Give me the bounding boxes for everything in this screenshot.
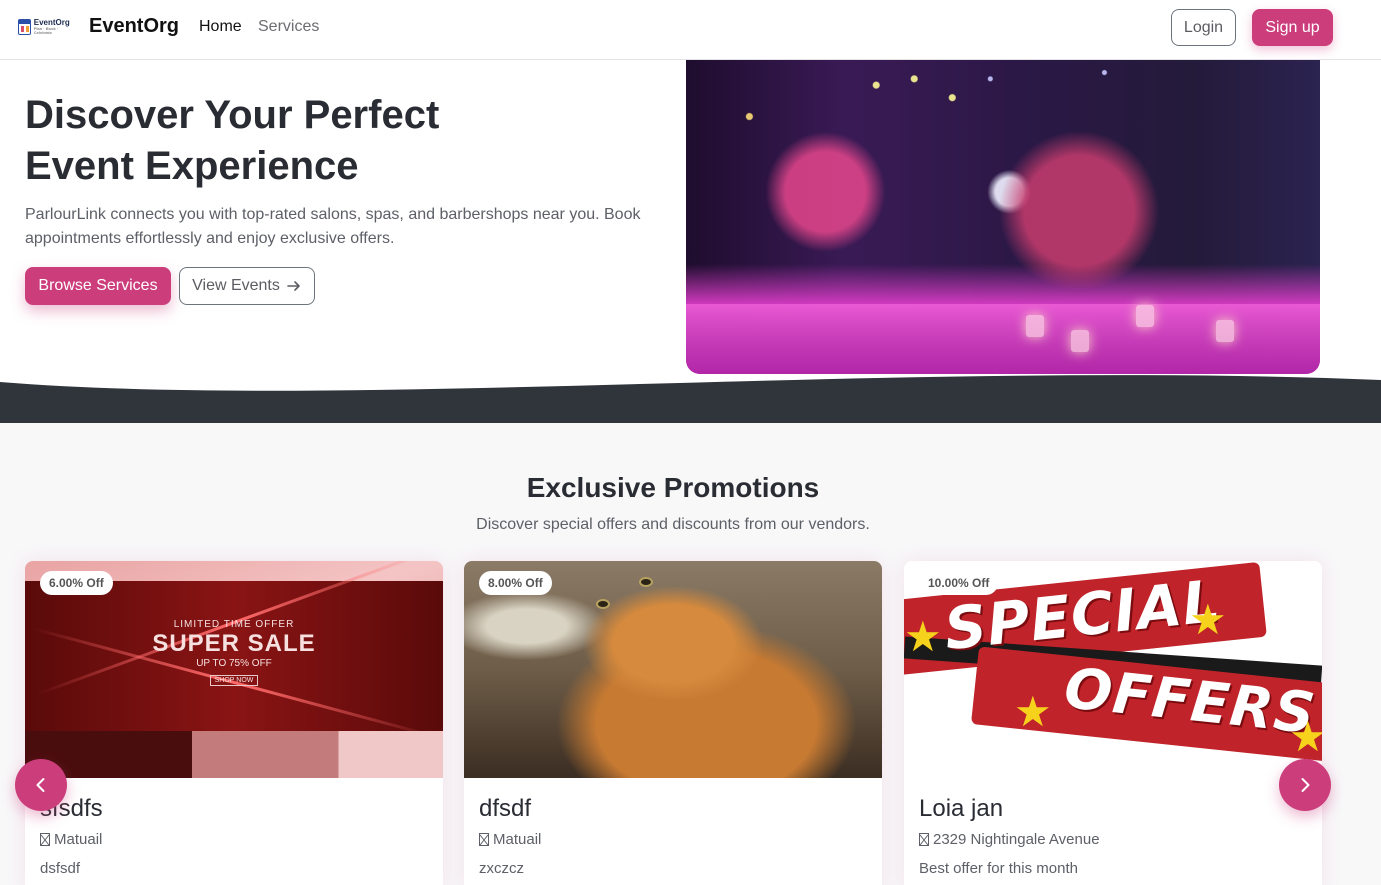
star-icon: ★	[904, 613, 942, 660]
promotions-title: Exclusive Promotions	[526, 472, 820, 503]
nav-home-link[interactable]: Home	[199, 18, 242, 36]
hero-description: ParlourLink connects you with top-rated …	[25, 206, 641, 247]
star-icon: ★	[1289, 713, 1322, 760]
nav-services-link[interactable]: Services	[258, 18, 319, 36]
promotion-card[interactable]: LIMITED TIME OFFER SUPER SALE UP TO 75% …	[25, 561, 443, 885]
candle-decor	[1136, 305, 1154, 327]
star-icon: ★	[1014, 688, 1052, 735]
discount-badge: 8.00% Off	[479, 571, 552, 595]
image-caption: LIMITED TIME OFFER	[173, 619, 295, 630]
carousel-next-button[interactable]	[1279, 759, 1331, 811]
view-events-label: View Events	[192, 277, 280, 294]
promotion-location: Matuail	[493, 831, 542, 848]
signup-button[interactable]: Sign up	[1252, 9, 1333, 46]
promotions-subtitle: Discover special offers and discounts fr…	[476, 516, 870, 533]
navbar: EventOrg Plan · Book · Celebrate EventOrg…	[0, 0, 1381, 60]
location-icon	[479, 833, 489, 846]
promotion-description: Best offer for this month	[919, 860, 1078, 877]
promotion-name: dfsdf	[479, 795, 532, 822]
promotion-location: 2329 Nightingale Avenue	[933, 831, 1100, 848]
location-icon	[919, 833, 929, 846]
promotion-description: dsfsdf	[40, 860, 81, 877]
candle-decor	[1026, 315, 1044, 337]
discount-badge: 6.00% Off	[40, 571, 113, 595]
candle-decor	[1071, 330, 1089, 352]
calendar-icon	[18, 19, 31, 35]
star-icon: ★	[1189, 596, 1227, 643]
chevron-right-icon	[1301, 778, 1310, 792]
image-caption: UP TO 75% OFF	[196, 658, 272, 669]
view-events-button[interactable]: View Events	[179, 267, 315, 305]
promotion-location: Matuail	[54, 831, 103, 848]
login-button[interactable]: Login	[1171, 9, 1236, 46]
hero-section: Discover Your Perfect Event Experience P…	[0, 60, 1381, 423]
hero-title-line2: Event Experience	[25, 144, 359, 188]
logo-tagline: Plan · Book · Celebrate	[33, 26, 59, 35]
hero-title-line1: Discover Your Perfect	[25, 93, 440, 137]
location-icon	[40, 833, 50, 846]
promotion-card[interactable]: 8.00% Off dfsdf Matuail zxczcz	[464, 561, 882, 885]
hero-title: Discover Your Perfect Event Experience	[25, 90, 485, 192]
promotion-description: zxczcz	[479, 860, 524, 877]
image-caption: SHOP NOW	[209, 675, 259, 686]
chevron-left-icon	[36, 778, 45, 792]
promotion-name: Loia jan	[919, 795, 1004, 822]
image-caption: SUPER SALE	[152, 630, 316, 657]
brand-logo[interactable]: EventOrg Plan · Book · Celebrate	[18, 16, 70, 38]
carousel-prev-button[interactable]	[15, 759, 67, 811]
brand-name[interactable]: EventOrg	[89, 15, 179, 38]
hero-event-image	[686, 60, 1320, 374]
candle-decor	[1216, 320, 1234, 342]
hero-wave-divider	[0, 375, 1381, 423]
promotion-card[interactable]: SPECIAL OFFERS ★ ★ ★ ★ 10.00% Off Loia j…	[904, 561, 1322, 885]
discount-badge: 10.00% Off	[919, 571, 999, 595]
arrow-right-icon	[287, 281, 300, 291]
browse-services-button[interactable]: Browse Services	[25, 267, 171, 305]
